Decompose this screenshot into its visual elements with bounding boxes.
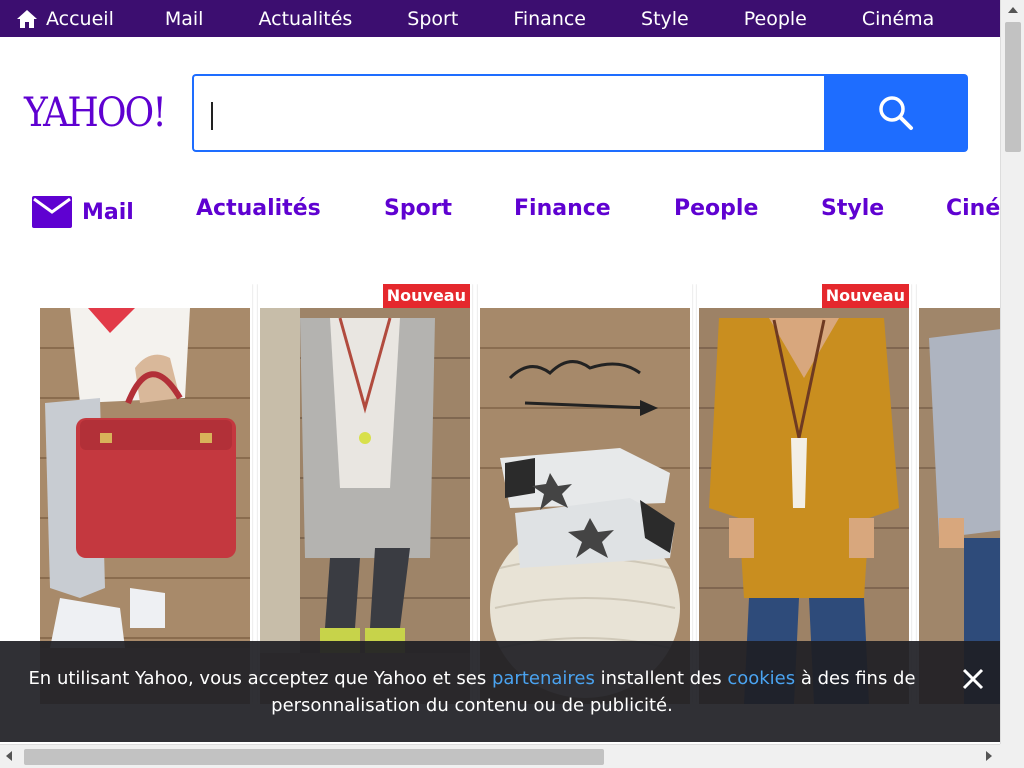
topnav-people-link[interactable]: People [744,8,807,30]
subnav-mail-link[interactable]: Mail [32,196,134,228]
cookie-message: En utilisant Yahoo, vous acceptez que Ya… [0,665,1000,719]
horizontal-scroll-thumb[interactable] [24,749,604,765]
scroll-up-arrow[interactable] [1008,7,1018,13]
new-badge: Nouveau [821,284,909,308]
search-input[interactable] [194,76,825,150]
topnav-sport-link[interactable]: Sport [407,8,458,30]
scroll-left-arrow[interactable] [6,751,12,761]
cookie-text-before: En utilisant Yahoo, vous acceptez que Ya… [28,668,492,689]
top-navigation-bar: Accueil Mail Actualités Sport Finance St… [0,0,1000,37]
subnav-finance-link[interactable]: Finance [514,196,611,221]
text-caret [211,102,213,130]
yahoo-logo[interactable]: YAHOO! [24,90,167,136]
topnav-style-link[interactable]: Style [641,8,689,30]
new-badge: Nouveau [382,284,470,308]
topnav-actualites-link[interactable]: Actualités [258,8,352,30]
topnav-cinema-link[interactable]: Cinéma [862,8,934,30]
topnav-mail-link[interactable]: Mail [165,8,204,30]
subnav-actualites-link[interactable]: Actualités [196,196,321,221]
vertical-scroll-thumb[interactable] [1005,22,1021,152]
cookie-consent-banner: En utilisant Yahoo, vous acceptez que Ya… [0,641,1000,742]
cookies-link[interactable]: cookies [727,668,795,689]
close-icon[interactable] [960,666,986,692]
subnav-people-link[interactable]: People [674,196,758,221]
subnav-style-link[interactable]: Style [821,196,884,221]
subnav-sport-link[interactable]: Sport [384,196,452,221]
scrollbar-corner [1000,744,1024,768]
partners-link[interactable]: partenaires [492,668,595,689]
vertical-scrollbar[interactable] [1000,0,1024,744]
scroll-right-arrow[interactable] [986,751,992,761]
search-icon [879,96,913,130]
horizontal-scrollbar[interactable] [0,744,1000,768]
topnav-home-label: Accueil [46,7,114,30]
mail-icon [32,196,72,228]
search-box [192,74,825,152]
subnav-cinema-link[interactable]: Ciné [946,196,1000,221]
search-button[interactable] [824,74,968,152]
topnav-finance-link[interactable]: Finance [513,8,586,30]
home-icon [17,9,37,28]
topnav-home-link[interactable]: Accueil [16,8,114,30]
secondary-navigation: Mail Actualités Sport Finance People Sty… [0,190,1000,234]
cookie-text-middle: installent des [594,668,728,689]
subnav-mail-label: Mail [82,199,134,225]
